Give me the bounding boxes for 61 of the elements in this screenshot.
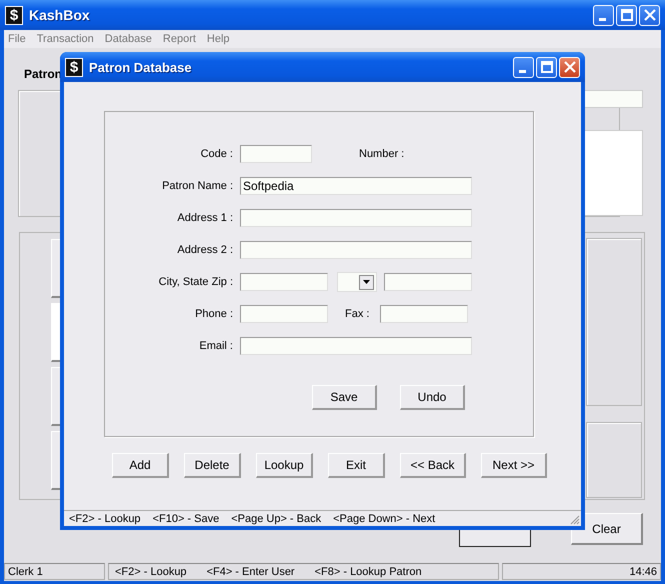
field-label: Number : bbox=[359, 148, 404, 160]
minimize-button[interactable] bbox=[513, 56, 534, 78]
nav-button[interactable]: Exit bbox=[328, 453, 385, 478]
field-label: Address 2 : bbox=[176, 244, 233, 256]
input-field[interactable] bbox=[240, 241, 472, 259]
maximize-button[interactable] bbox=[616, 4, 637, 26]
field-label: City, State Zip : bbox=[158, 276, 233, 288]
nav-button[interactable]: Lookup bbox=[256, 453, 313, 478]
close-button[interactable] bbox=[639, 4, 660, 26]
maximize-icon bbox=[620, 9, 632, 21]
minimize-icon bbox=[519, 70, 526, 72]
form-button[interactable]: Undo bbox=[400, 385, 465, 410]
shortcut-hint: <Page Up> - Back bbox=[231, 512, 322, 524]
form-button[interactable]: Save bbox=[312, 385, 377, 410]
dollar-icon: $ bbox=[5, 6, 23, 24]
menu-item[interactable]: File bbox=[8, 33, 26, 45]
shortcut-hint: <F8> - Lookup Patron bbox=[314, 566, 422, 578]
code-field[interactable] bbox=[240, 145, 312, 163]
state-dropdown[interactable] bbox=[337, 272, 377, 292]
field-label: Patron Name : bbox=[161, 180, 233, 192]
input-field[interactable] bbox=[240, 273, 328, 291]
close-icon bbox=[644, 9, 656, 21]
field-label: Phone : bbox=[194, 308, 233, 320]
field-label: Email : bbox=[198, 340, 233, 352]
shortcut-hint: <F10> - Save bbox=[152, 512, 220, 524]
field-label: Fax : bbox=[345, 308, 370, 320]
nav-button[interactable]: Delete bbox=[184, 453, 241, 478]
shortcut-hint: <F4> - Enter User bbox=[206, 566, 295, 578]
input-field[interactable] bbox=[240, 209, 472, 227]
menu-item[interactable]: Transaction bbox=[36, 33, 94, 45]
patron-label: Patron bbox=[24, 67, 62, 81]
input-field[interactable] bbox=[384, 273, 472, 291]
nav-button[interactable]: Next >> bbox=[481, 453, 547, 478]
field-label: Code : bbox=[200, 148, 233, 160]
maximize-icon bbox=[540, 61, 552, 73]
field-label: Address 1 : bbox=[176, 212, 233, 224]
input-field[interactable] bbox=[380, 305, 468, 323]
dialog-title: Patron Database bbox=[89, 60, 193, 74]
window-title: KashBox bbox=[29, 7, 91, 23]
close-icon bbox=[564, 61, 576, 73]
menu-item[interactable]: Report bbox=[162, 33, 196, 45]
shortcut-hint: <F2> - Lookup bbox=[115, 566, 187, 578]
input-field[interactable] bbox=[240, 305, 328, 323]
minimize-icon bbox=[599, 18, 606, 20]
clerk-status: Clerk 1 bbox=[4, 563, 105, 580]
input-field[interactable] bbox=[240, 337, 472, 355]
input-field[interactable]: Softpedia bbox=[240, 177, 472, 195]
minimize-button[interactable] bbox=[593, 4, 614, 26]
shortcut-hint: <Page Down> - Next bbox=[333, 512, 436, 524]
menu-item[interactable]: Database bbox=[104, 33, 152, 45]
close-button[interactable] bbox=[559, 56, 580, 78]
resize-grip-icon bbox=[570, 515, 580, 525]
dropdown-arrow-icon bbox=[363, 280, 370, 284]
dollar-icon: $ bbox=[65, 58, 83, 76]
maximize-button[interactable] bbox=[536, 56, 557, 78]
clock-time: 14:46 bbox=[502, 563, 661, 580]
menu-item[interactable]: Help bbox=[206, 33, 230, 45]
clear-button[interactable]: Clear bbox=[571, 513, 643, 545]
nav-button[interactable]: Add bbox=[112, 453, 169, 478]
nav-button[interactable]: << Back bbox=[400, 453, 466, 478]
shortcut-hint: <F2> - Lookup bbox=[69, 512, 141, 524]
